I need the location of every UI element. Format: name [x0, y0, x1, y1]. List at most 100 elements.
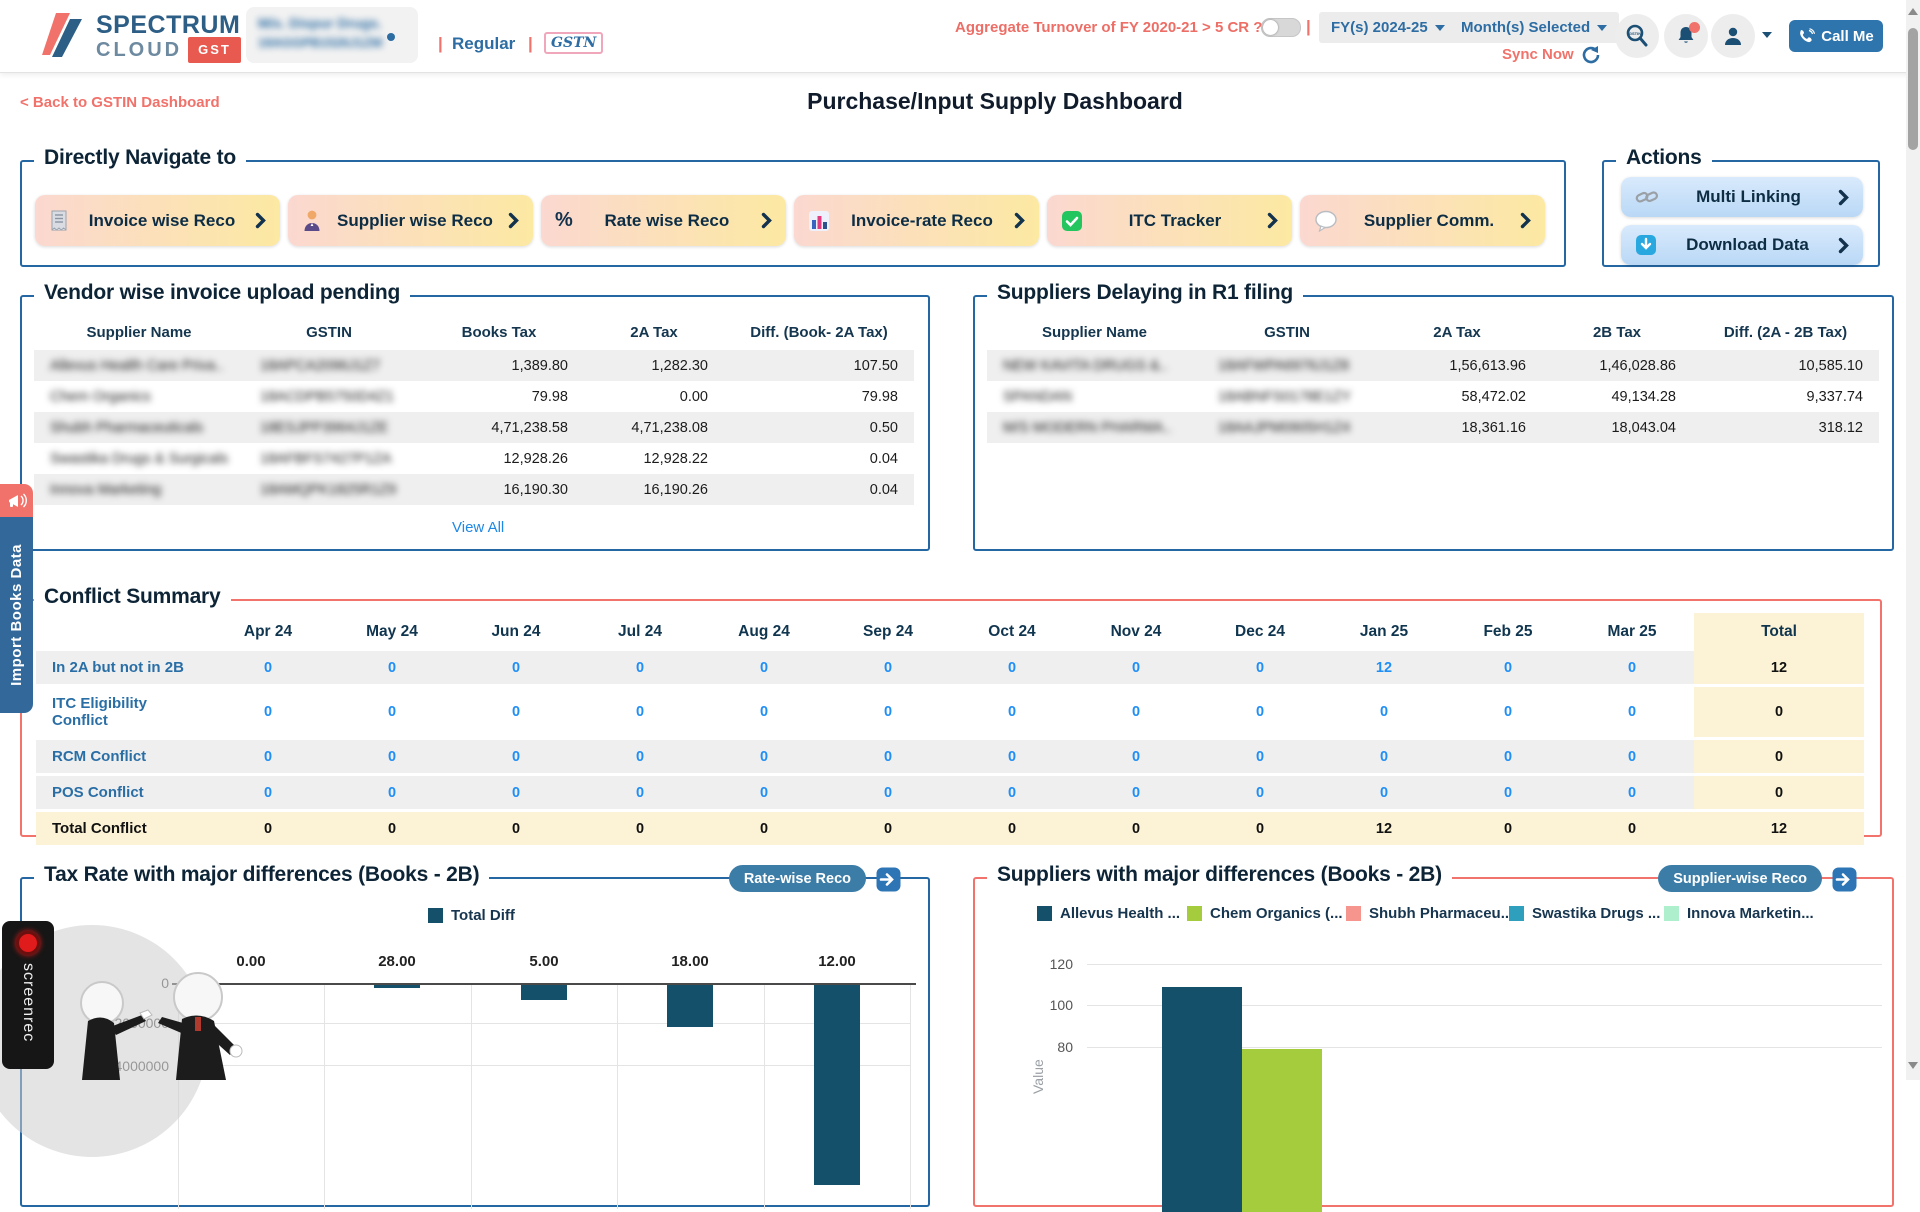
month-header: Jul 24: [578, 613, 702, 651]
conflict-count-link[interactable]: 0: [950, 651, 1074, 686]
conflict-count-link[interactable]: 0: [206, 775, 330, 811]
invoice-rate-reco-button[interactable]: Invoice-rate Reco: [794, 195, 1039, 246]
logo: SPECTRUM CLOUD GST: [96, 13, 241, 63]
fy-selector[interactable]: FY(s) 2024-25: [1319, 12, 1457, 43]
conflict-count-link[interactable]: 0: [950, 686, 1074, 739]
rate-wise-reco-pill-button[interactable]: Rate-wise Reco: [729, 865, 866, 892]
view-all-link[interactable]: View All: [452, 519, 504, 536]
company-card: M/s. Dispur Drugs. 18AGGPB1526J1ZM: [246, 7, 418, 63]
conflict-count-link[interactable]: 0: [454, 651, 578, 686]
conflict-count-link[interactable]: 12: [1322, 651, 1446, 686]
conflict-total-cell: 0: [1198, 811, 1322, 846]
conflict-count-link[interactable]: 0: [330, 739, 454, 775]
conflict-count-link[interactable]: 0: [826, 775, 950, 811]
conflict-count-link[interactable]: 0: [702, 686, 826, 739]
conflict-count-link[interactable]: 0: [1322, 775, 1446, 811]
supplier-wise-reco-button[interactable]: Supplier wise Reco: [288, 195, 533, 246]
conflict-count-link[interactable]: 0: [950, 775, 1074, 811]
conflict-count-link[interactable]: 0: [1074, 651, 1198, 686]
conflict-count-link[interactable]: 0: [330, 651, 454, 686]
conflict-count-link[interactable]: 0: [826, 651, 950, 686]
scroll-down-arrow[interactable]: [1908, 1062, 1918, 1069]
supplier-name: Innova Marketing: [50, 482, 161, 498]
conflict-count-link[interactable]: 0: [1446, 775, 1570, 811]
conflict-count-link[interactable]: 0: [578, 651, 702, 686]
section-title: Directly Navigate to: [34, 146, 246, 170]
export-icon[interactable]: [1831, 866, 1858, 893]
conflict-count-link[interactable]: 0: [1198, 686, 1322, 739]
supplier-comm-button[interactable]: Supplier Comm.: [1300, 195, 1545, 246]
conflict-count-link[interactable]: 0: [1570, 739, 1694, 775]
conflict-count-link[interactable]: 0: [702, 651, 826, 686]
y-tick-label: 120: [1033, 956, 1073, 972]
gstin-search-button[interactable]: GSTIN: [1615, 14, 1659, 58]
announcement-button[interactable]: [0, 484, 33, 517]
conflict-count-link[interactable]: 0: [1322, 686, 1446, 739]
chevron-right-icon: [1267, 212, 1278, 229]
conflict-count-link[interactable]: 0: [1074, 739, 1198, 775]
conflict-count-link[interactable]: 0: [1446, 739, 1570, 775]
conflict-count-link[interactable]: 0: [950, 739, 1074, 775]
month-header: May 24: [330, 613, 454, 651]
gstn-logo: GSTN: [544, 32, 603, 54]
refresh-icon[interactable]: [1580, 44, 1602, 66]
supplier-name: NEW KAVITA DRUGS &..: [1003, 358, 1168, 374]
notifications-button[interactable]: [1664, 14, 1708, 58]
conflict-count-link[interactable]: 0: [206, 651, 330, 686]
conflict-count-link[interactable]: 0: [1446, 651, 1570, 686]
button-label: Download Data: [1657, 235, 1838, 255]
itc-tracker-button[interactable]: ITC Tracker: [1047, 195, 1292, 246]
conflict-count-link[interactable]: 0: [1074, 775, 1198, 811]
conflict-count-link[interactable]: 0: [330, 686, 454, 739]
chevron-down-icon: [1435, 25, 1445, 31]
aggregate-turnover-toggle[interactable]: [1261, 18, 1301, 37]
supplier-wise-reco-pill-button[interactable]: Supplier-wise Reco: [1658, 865, 1822, 892]
rate-wise-reco-button[interactable]: % Rate wise Reco: [541, 195, 786, 246]
legend-swatch: [1346, 906, 1361, 921]
company-gstin: 18AGGPB1526J1ZM: [258, 35, 382, 50]
section-title: Conflict Summary: [34, 585, 231, 609]
conflict-count-link[interactable]: 0: [578, 686, 702, 739]
invoice-wise-reco-button[interactable]: Invoice wise Reco: [35, 195, 280, 246]
conflict-count-link[interactable]: 0: [702, 775, 826, 811]
call-me-button[interactable]: Call Me: [1789, 20, 1883, 52]
profile-button[interactable]: [1711, 14, 1755, 58]
conflict-total-cell: 0: [702, 811, 826, 846]
conflict-count-link[interactable]: 0: [330, 775, 454, 811]
conflict-count-link[interactable]: 0: [1074, 686, 1198, 739]
scrollbar-thumb[interactable]: [1908, 28, 1918, 150]
books-tax: 16,190.30: [414, 474, 584, 505]
conflict-count-link[interactable]: 0: [1198, 775, 1322, 811]
tax-2a: 4,71,238.08: [584, 412, 724, 443]
export-icon[interactable]: [875, 866, 902, 893]
month-selector[interactable]: Month(s) Selected: [1449, 12, 1619, 43]
download-data-button[interactable]: Download Data: [1621, 225, 1863, 265]
sidebar-tab-import-books-data[interactable]: Import Books Data: [0, 517, 33, 713]
conflict-count-link[interactable]: 0: [454, 686, 578, 739]
conflict-count-link[interactable]: 0: [1570, 651, 1694, 686]
month-header: Mar 25: [1570, 613, 1694, 651]
conflict-count-link[interactable]: 0: [578, 775, 702, 811]
conflict-count-link[interactable]: 0: [206, 686, 330, 739]
conflict-count-link[interactable]: 0: [826, 686, 950, 739]
scroll-up-arrow[interactable]: [1908, 8, 1918, 15]
conflict-count-link[interactable]: 0: [206, 739, 330, 775]
gstin-info-dot[interactable]: [387, 33, 395, 41]
conflict-count-link[interactable]: 0: [826, 739, 950, 775]
conflict-count-link[interactable]: 0: [454, 739, 578, 775]
profile-chevron-down-icon[interactable]: [1762, 32, 1772, 38]
conflict-count-link[interactable]: 0: [1570, 775, 1694, 811]
conflict-count-link[interactable]: 0: [1322, 739, 1446, 775]
conflict-count-link[interactable]: 0: [1198, 651, 1322, 686]
conflict-count-link[interactable]: 0: [578, 739, 702, 775]
supplier-name: Allevus Health Care Priva..: [50, 358, 223, 374]
conflict-count-link[interactable]: 0: [702, 739, 826, 775]
conflict-count-link[interactable]: 0: [1570, 686, 1694, 739]
conflict-count-link[interactable]: 0: [1446, 686, 1570, 739]
multi-linking-button[interactable]: Multi Linking: [1621, 177, 1863, 217]
conflict-count-link[interactable]: 0: [1198, 739, 1322, 775]
scrollbar[interactable]: [1906, 0, 1920, 1080]
supplier-name: Shubh Pharmaceuticals: [50, 420, 203, 436]
sync-now-link[interactable]: Sync Now: [1502, 46, 1574, 63]
conflict-count-link[interactable]: 0: [454, 775, 578, 811]
